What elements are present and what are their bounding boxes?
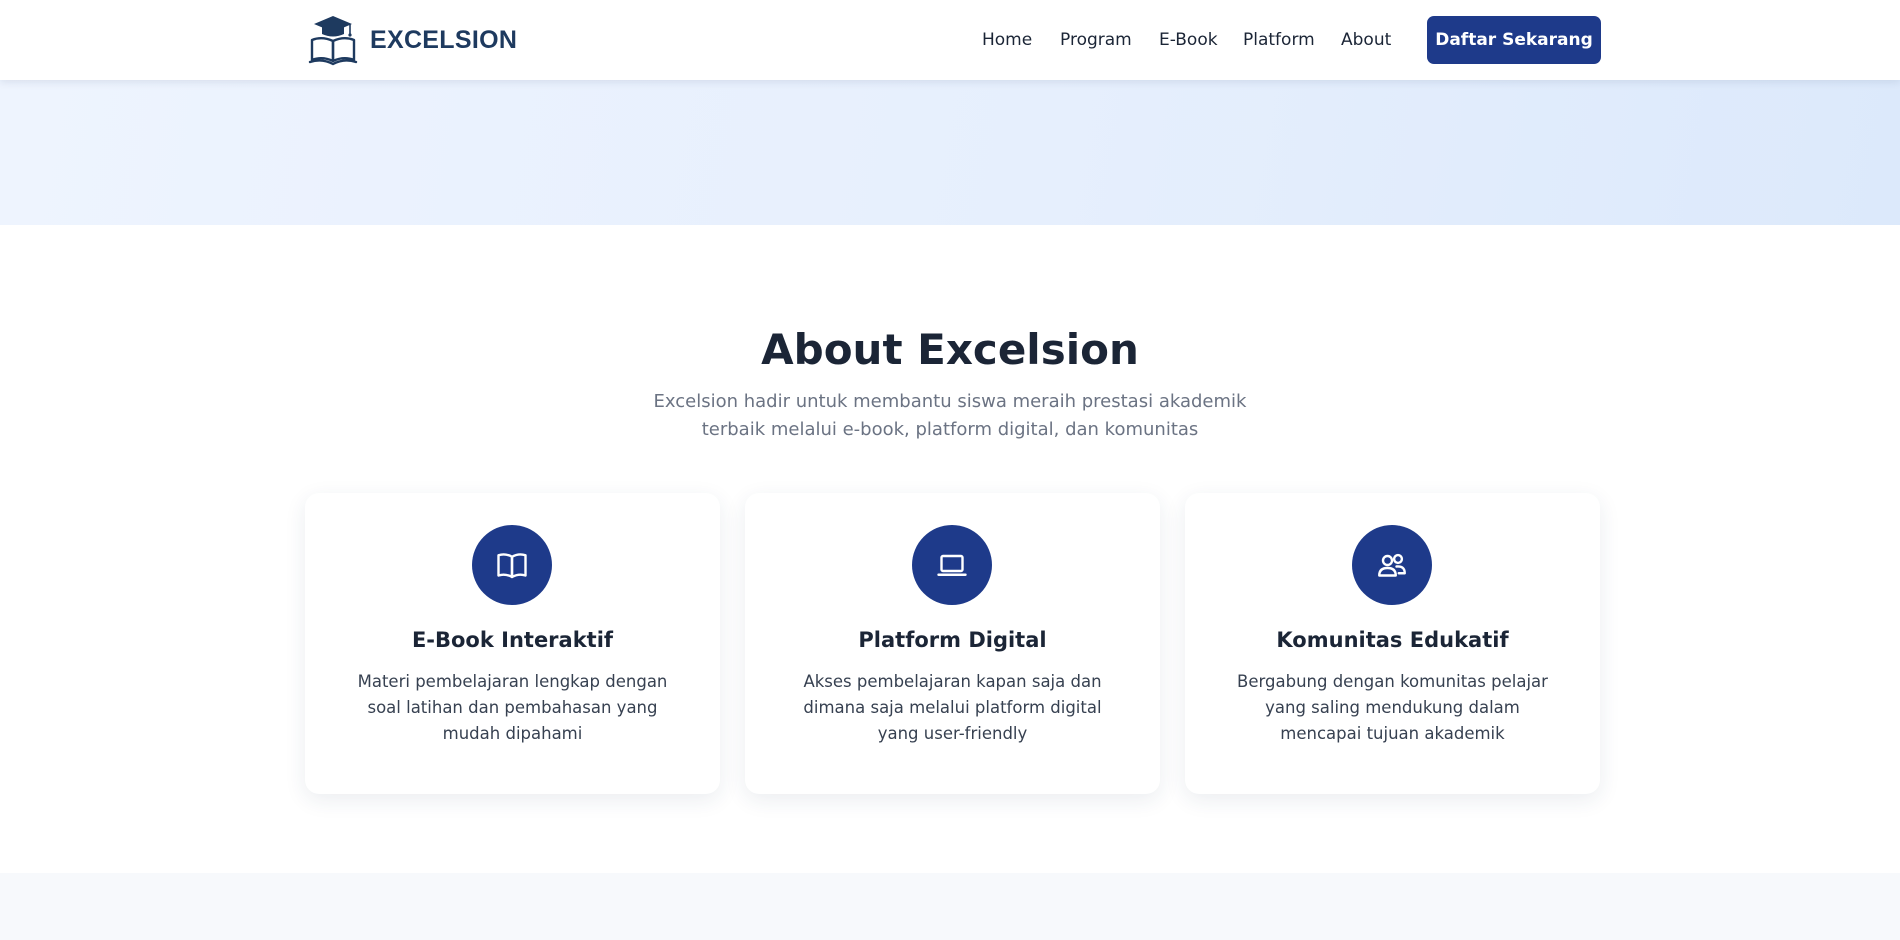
brand[interactable]: EXCELSION	[308, 14, 517, 66]
nav-link-home[interactable]: Home	[982, 30, 1032, 50]
nav-link-platform[interactable]: Platform	[1243, 30, 1315, 50]
nav-link-program[interactable]: Program	[1060, 30, 1132, 50]
graduation-book-logo-icon	[308, 16, 358, 66]
nav-link-ebook[interactable]: E-Book	[1159, 30, 1218, 50]
card-description: Materi pembelajaran lengkap dengan soal …	[357, 672, 668, 743]
card-title: E-Book Interaktif	[411, 628, 614, 652]
brand-name: EXCELSION	[370, 25, 518, 54]
card-description: Akses pembelajaran kapan saja dan dimana…	[803, 672, 1102, 743]
nav-link-about[interactable]: About	[1341, 30, 1391, 50]
about-title: About Excelsion	[761, 325, 1139, 374]
next-section-background	[0, 873, 1900, 940]
feature-card-ebook: E-Book Interaktif Materi pembelajaran le…	[305, 493, 720, 794]
card-description: Bergabung dengan komunitas pelajar yang …	[1237, 672, 1548, 743]
register-now-button[interactable]: Daftar Sekarang	[1427, 16, 1601, 64]
card-title: Platform Digital	[858, 628, 1047, 652]
feature-card-community: Komunitas Edukatif Bergabung dengan komu…	[1185, 493, 1600, 794]
hero-banner	[0, 80, 1900, 225]
card-title: Komunitas Edukatif	[1276, 628, 1509, 652]
book-open-icon	[472, 525, 552, 605]
navbar: EXCELSION Home Program E-Book Platform A…	[0, 0, 1900, 80]
feature-card-platform: Platform Digital Akses pembelajaran kapa…	[745, 493, 1160, 794]
laptop-icon	[912, 525, 992, 605]
users-icon	[1352, 525, 1432, 605]
about-subtitle: Excelsion hadir untuk membantu siswa mer…	[653, 391, 1247, 440]
about-section: About Excelsion Excelsion hadir untuk me…	[0, 225, 1900, 873]
